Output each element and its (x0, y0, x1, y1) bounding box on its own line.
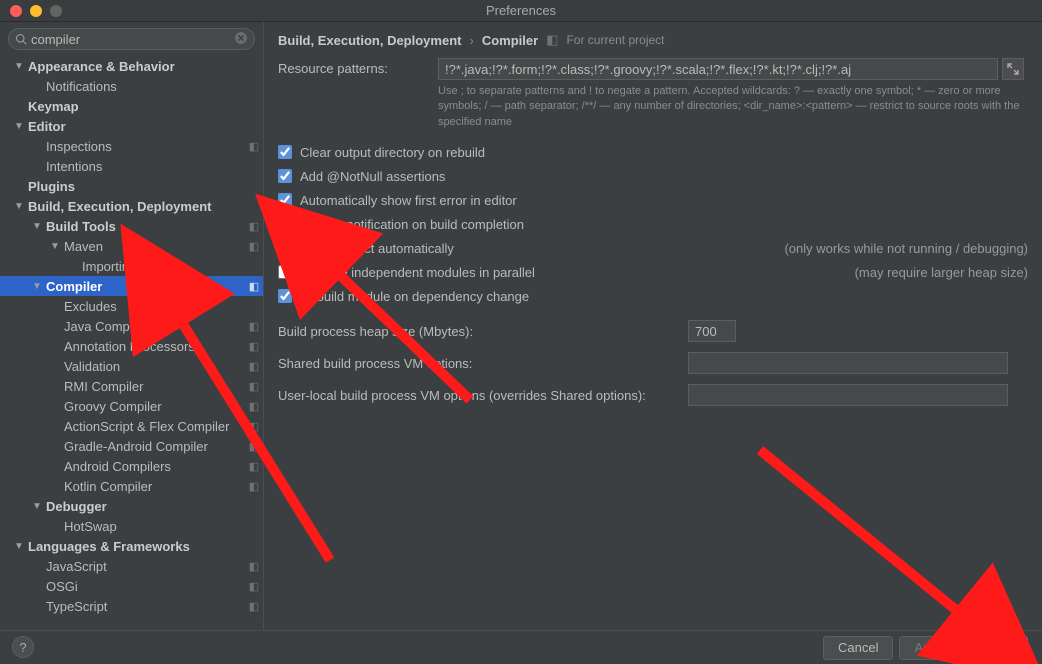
ok-button[interactable]: OK (968, 636, 1028, 660)
crumb-compiler: Compiler (482, 33, 538, 48)
check-clear-label: Clear output directory on rebuild (300, 145, 485, 160)
check-row-notify[interactable]: Display notification on build completion (278, 212, 1028, 236)
tree-importing[interactable]: Importing (0, 256, 263, 276)
project-scope-icon: ◧ (546, 32, 558, 48)
resource-patterns-label: Resource patterns: (278, 58, 438, 76)
tree-intentions[interactable]: Intentions (0, 156, 263, 176)
tree-osgi[interactable]: OSGi◧ (0, 576, 263, 596)
check-rebuilddep-label: Rebuild module on dependency change (300, 289, 529, 304)
check-firsterror[interactable] (278, 193, 292, 207)
tree-validation[interactable]: Validation◧ (0, 356, 263, 376)
tree-annotation-processors[interactable]: Annotation Processors◧ (0, 336, 263, 356)
expand-icon (1007, 63, 1019, 75)
check-row-clear[interactable]: Clear output directory on rebuild (278, 140, 1028, 164)
tree-actionscript-flex-compiler[interactable]: ActionScript & Flex Compiler◧ (0, 416, 263, 436)
sidebar: ▼Appearance & Behavior Notifications Key… (0, 22, 264, 630)
expand-field-button[interactable] (1002, 58, 1024, 80)
tree-hotswap[interactable]: HotSwap (0, 516, 263, 536)
tree-java-compiler[interactable]: Java Compiler◧ (0, 316, 263, 336)
tree-excludes[interactable]: Excludes (0, 296, 263, 316)
search-input[interactable] (31, 32, 234, 47)
userlocalvm-label: User-local build process VM options (ove… (278, 388, 688, 403)
check-row-autobuild[interactable]: Make project automatically (only works wh… (278, 236, 1028, 260)
resource-patterns-input[interactable] (438, 58, 998, 80)
tree-notifications[interactable]: Notifications (0, 76, 263, 96)
check-parallel-note: (may require larger heap size) (825, 265, 1028, 280)
check-notify[interactable] (278, 217, 292, 231)
tree-kotlin-compiler[interactable]: Kotlin Compiler◧ (0, 476, 263, 496)
scope-hint: For current project (566, 33, 664, 47)
tree-build-tools[interactable]: ▼Build Tools◧ (0, 216, 263, 236)
titlebar: Preferences (0, 0, 1042, 22)
tree-plugins[interactable]: Plugins (0, 176, 263, 196)
tree-groovy-compiler[interactable]: Groovy Compiler◧ (0, 396, 263, 416)
tree-rmi-compiler[interactable]: RMI Compiler◧ (0, 376, 263, 396)
heap-input[interactable] (688, 320, 736, 342)
check-row-notnull[interactable]: Add @NotNull assertions (278, 164, 1028, 188)
resource-patterns-hint: Use ; to separate patterns and ! to nega… (438, 84, 1028, 130)
chevron-right-icon: › (469, 33, 473, 48)
check-autobuild-note: (only works while not running / debuggin… (754, 241, 1028, 256)
check-row-firsterror[interactable]: Automatically show first error in editor (278, 188, 1028, 212)
userlocalvm-input[interactable] (688, 384, 1008, 406)
tree-javascript[interactable]: JavaScript◧ (0, 556, 263, 576)
help-icon: ? (19, 640, 26, 655)
check-rebuilddep[interactable] (278, 289, 292, 303)
sharedvm-input[interactable] (688, 352, 1008, 374)
tree-appearance-behavior[interactable]: ▼Appearance & Behavior (0, 56, 263, 76)
breadcrumb: Build, Execution, Deployment › Compiler … (278, 30, 1028, 58)
tree-debugger[interactable]: ▼Debugger (0, 496, 263, 516)
settings-tree[interactable]: ▼Appearance & Behavior Notifications Key… (0, 54, 263, 630)
check-notnull[interactable] (278, 169, 292, 183)
tree-editor[interactable]: ▼Editor (0, 116, 263, 136)
tree-android-compilers[interactable]: Android Compilers◧ (0, 456, 263, 476)
tree-keymap[interactable]: Keymap (0, 96, 263, 116)
tree-gradle-android-compiler[interactable]: Gradle-Android Compiler◧ (0, 436, 263, 456)
check-parallel-label: Compile independent modules in parallel (300, 265, 535, 280)
check-firsterror-label: Automatically show first error in editor (300, 193, 517, 208)
check-parallel[interactable] (278, 265, 292, 279)
sharedvm-label: Shared build process VM options: (278, 356, 688, 371)
tree-languages-frameworks[interactable]: ▼Languages & Frameworks (0, 536, 263, 556)
check-autobuild[interactable] (278, 241, 292, 255)
cancel-button[interactable]: Cancel (823, 636, 893, 660)
check-autobuild-label: Make project automatically (300, 241, 454, 256)
check-notify-label: Display notification on build completion (300, 217, 524, 232)
check-notnull-label: Add @NotNull assertions (300, 169, 445, 184)
clear-search-icon[interactable] (234, 31, 248, 48)
help-button[interactable]: ? (12, 636, 34, 658)
button-bar: Cancel Apply OK (0, 630, 1042, 664)
tree-maven[interactable]: ▼Maven◧ (0, 236, 263, 256)
check-clear-output[interactable] (278, 145, 292, 159)
check-row-parallel[interactable]: Compile independent modules in parallel (… (278, 260, 1028, 284)
tree-typescript[interactable]: TypeScript◧ (0, 596, 263, 616)
crumb-bed: Build, Execution, Deployment (278, 33, 461, 48)
tree-compiler[interactable]: ▼Compiler◧ (0, 276, 263, 296)
check-row-rebuilddep[interactable]: Rebuild module on dependency change (278, 284, 1028, 308)
content-pane: Build, Execution, Deployment › Compiler … (264, 22, 1042, 630)
heap-label: Build process heap size (Mbytes): (278, 324, 688, 339)
tree-build-execution-deployment[interactable]: ▼Build, Execution, Deployment (0, 196, 263, 216)
window-title: Preferences (0, 3, 1042, 18)
tree-inspections[interactable]: Inspections◧ (0, 136, 263, 156)
apply-button[interactable]: Apply (899, 636, 962, 660)
search-icon (15, 33, 27, 45)
search-field[interactable] (8, 28, 255, 50)
